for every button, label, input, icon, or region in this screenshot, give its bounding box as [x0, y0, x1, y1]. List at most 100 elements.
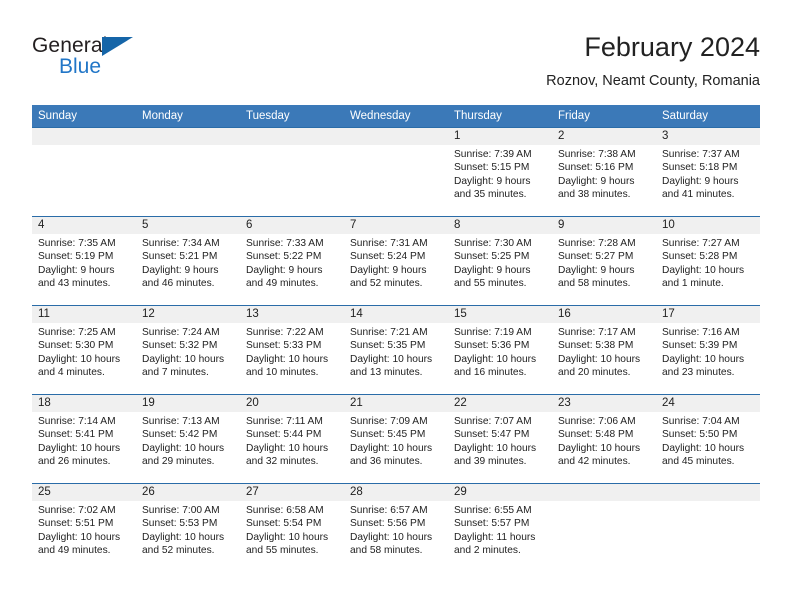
sunset-text: Sunset: 5:38 PM [558, 340, 634, 352]
daylight-text-line1: Daylight: 9 hours [662, 175, 739, 187]
sunset-text: Sunset: 5:45 PM [350, 429, 426, 441]
daylight-text-line2: and 39 minutes. [454, 456, 527, 468]
calendar-day-cell[interactable]: 26 Sunrise: 7:00 AM Sunset: 5:53 PM Dayligh… [136, 483, 240, 572]
day-details: Sunrise: 7:28 AM Sunset: 5:27 PM Daylight:… [552, 234, 656, 291]
day-number: 13 [240, 306, 344, 323]
daylight-text-line1: Daylight: 10 hours [350, 531, 433, 543]
sunset-text: Sunset: 5:36 PM [454, 340, 530, 352]
sunrise-text: Sunrise: 7:02 AM [38, 505, 116, 516]
calendar-day-cell[interactable]: 12 Sunrise: 7:24 AM Sunset: 5:32 PM Dayligh… [136, 305, 240, 395]
general-blue-logo[interactable]: General Blue [32, 30, 252, 92]
calendar-day-cell[interactable]: 28 Sunrise: 6:57 AM Sunset: 5:56 PM Dayligh… [344, 483, 448, 572]
sunrise-text: Sunrise: 7:16 AM [662, 327, 740, 338]
daylight-text-line1: Daylight: 10 hours [454, 442, 537, 454]
sunset-text: Sunset: 5:44 PM [246, 429, 322, 441]
sunset-text: Sunset: 5:42 PM [142, 429, 218, 441]
calendar-day-cell[interactable]: 4 Sunrise: 7:35 AM Sunset: 5:19 PM Daylight… [32, 216, 136, 306]
calendar-day-cell[interactable]: 3 Sunrise: 7:37 AM Sunset: 5:18 PM Daylight… [656, 127, 760, 217]
calendar-day-cell[interactable]: 14 Sunrise: 7:21 AM Sunset: 5:35 PM Dayligh… [344, 305, 448, 395]
calendar-day-cell[interactable]: 6 Sunrise: 7:33 AM Sunset: 5:22 PM Daylight… [240, 216, 344, 306]
sunrise-text: Sunrise: 7:04 AM [662, 416, 740, 427]
calendar-week-row: 4 Sunrise: 7:35 AM Sunset: 5:19 PM Daylight… [32, 216, 760, 306]
daylight-text-line1: Daylight: 9 hours [558, 264, 635, 276]
daylight-text-line1: Daylight: 10 hours [558, 353, 641, 365]
calendar-day-cell[interactable]: 29 Sunrise: 6:55 AM Sunset: 5:57 PM Dayligh… [448, 483, 552, 572]
calendar-day-cell[interactable]: 11 Sunrise: 7:25 AM Sunset: 5:30 PM Dayligh… [32, 305, 136, 395]
daylight-text-line2: and 55 minutes. [246, 545, 319, 557]
day-details: Sunrise: 7:33 AM Sunset: 5:22 PM Daylight:… [240, 234, 344, 291]
calendar-day-cell[interactable]: 18 Sunrise: 7:14 AM Sunset: 5:41 PM Dayligh… [32, 394, 136, 484]
sunset-text: Sunset: 5:30 PM [38, 340, 114, 352]
calendar-day-cell[interactable]: 23 Sunrise: 7:06 AM Sunset: 5:48 PM Dayligh… [552, 394, 656, 484]
day-number: 4 [32, 217, 136, 234]
day-number: 22 [448, 395, 552, 412]
sunrise-text: Sunrise: 7:30 AM [454, 238, 532, 249]
sunrise-text: Sunrise: 7:09 AM [350, 416, 428, 427]
daylight-text-line1: Daylight: 10 hours [454, 353, 537, 365]
daylight-text-line2: and 46 minutes. [142, 278, 215, 290]
daylight-text-line2: and 20 minutes. [558, 367, 631, 379]
weekday-header-tuesday: Tuesday [240, 105, 344, 128]
calendar-day-cell[interactable]: 9 Sunrise: 7:28 AM Sunset: 5:27 PM Daylight… [552, 216, 656, 306]
page-title: February 2024 [584, 32, 760, 62]
daylight-text-line2: and 7 minutes. [142, 367, 209, 379]
sunrise-text: Sunrise: 7:19 AM [454, 327, 532, 338]
sunrise-text: Sunrise: 6:55 AM [454, 505, 532, 516]
day-number: 15 [448, 306, 552, 323]
sunset-text: Sunset: 5:48 PM [558, 429, 634, 441]
calendar-day-cell[interactable]: 20 Sunrise: 7:11 AM Sunset: 5:44 PM Dayligh… [240, 394, 344, 484]
sunrise-text: Sunrise: 7:27 AM [662, 238, 740, 249]
title-block: February 2024 Roznov, Neamt County, Roma… [546, 30, 760, 92]
calendar-day-cell[interactable]: 17 Sunrise: 7:16 AM Sunset: 5:39 PM Dayligh… [656, 305, 760, 395]
calendar-day-cell-empty [552, 483, 656, 572]
daylight-text-line2: and 16 minutes. [454, 367, 527, 379]
day-number: 11 [32, 306, 136, 323]
calendar-day-cell[interactable]: 1 Sunrise: 7:39 AM Sunset: 5:15 PM Daylight… [448, 127, 552, 217]
page-subtitle: Roznov, Neamt County, Romania [546, 73, 760, 89]
day-number: 9 [552, 217, 656, 234]
calendar-day-cell[interactable]: 22 Sunrise: 7:07 AM Sunset: 5:47 PM Dayligh… [448, 394, 552, 484]
day-number: 7 [344, 217, 448, 234]
sunset-text: Sunset: 5:15 PM [454, 162, 530, 174]
day-number: 3 [656, 128, 760, 145]
day-number: 19 [136, 395, 240, 412]
calendar-day-cell[interactable]: 27 Sunrise: 6:58 AM Sunset: 5:54 PM Dayligh… [240, 483, 344, 572]
calendar-page: General Blue February 2024 Roznov, Neamt… [0, 0, 792, 612]
calendar-day-cell[interactable]: 13 Sunrise: 7:22 AM Sunset: 5:33 PM Dayligh… [240, 305, 344, 395]
calendar-day-cell[interactable]: 24 Sunrise: 7:04 AM Sunset: 5:50 PM Dayligh… [656, 394, 760, 484]
day-number: 16 [552, 306, 656, 323]
calendar-day-cell[interactable]: 25 Sunrise: 7:02 AM Sunset: 5:51 PM Dayligh… [32, 483, 136, 572]
day-number [32, 128, 136, 145]
sunrise-text: Sunrise: 7:11 AM [246, 416, 323, 427]
sunrise-text: Sunrise: 7:14 AM [38, 416, 116, 427]
day-number: 25 [32, 484, 136, 501]
day-details: Sunrise: 7:25 AM Sunset: 5:30 PM Daylight:… [32, 323, 136, 380]
day-number [656, 484, 760, 501]
calendar-day-cell[interactable]: 16 Sunrise: 7:17 AM Sunset: 5:38 PM Dayligh… [552, 305, 656, 395]
calendar-day-cell[interactable]: 10 Sunrise: 7:27 AM Sunset: 5:28 PM Dayligh… [656, 216, 760, 306]
daylight-text-line1: Daylight: 10 hours [350, 442, 433, 454]
sunset-text: Sunset: 5:41 PM [38, 429, 114, 441]
day-details: Sunrise: 7:39 AM Sunset: 5:15 PM Daylight:… [448, 145, 552, 202]
day-details: Sunrise: 7:35 AM Sunset: 5:19 PM Daylight:… [32, 234, 136, 291]
daylight-text-line1: Daylight: 11 hours [454, 531, 536, 543]
day-details: Sunrise: 7:30 AM Sunset: 5:25 PM Daylight:… [448, 234, 552, 291]
calendar-day-cell[interactable]: 19 Sunrise: 7:13 AM Sunset: 5:42 PM Dayligh… [136, 394, 240, 484]
calendar-day-cell[interactable]: 15 Sunrise: 7:19 AM Sunset: 5:36 PM Dayligh… [448, 305, 552, 395]
daylight-text-line1: Daylight: 10 hours [246, 353, 329, 365]
calendar-day-cell[interactable]: 8 Sunrise: 7:30 AM Sunset: 5:25 PM Daylight… [448, 216, 552, 306]
daylight-text-line1: Daylight: 9 hours [454, 264, 531, 276]
daylight-text-line1: Daylight: 10 hours [38, 442, 121, 454]
calendar-day-cell[interactable]: 21 Sunrise: 7:09 AM Sunset: 5:45 PM Dayligh… [344, 394, 448, 484]
sunset-text: Sunset: 5:27 PM [558, 251, 634, 263]
day-number: 26 [136, 484, 240, 501]
day-details: Sunrise: 6:55 AM Sunset: 5:57 PM Daylight:… [448, 501, 552, 558]
calendar-day-cell[interactable]: 2 Sunrise: 7:38 AM Sunset: 5:16 PM Daylight… [552, 127, 656, 217]
calendar-day-cell[interactable]: 5 Sunrise: 7:34 AM Sunset: 5:21 PM Daylight… [136, 216, 240, 306]
calendar-day-cell[interactable]: 7 Sunrise: 7:31 AM Sunset: 5:24 PM Daylight… [344, 216, 448, 306]
day-details: Sunrise: 7:07 AM Sunset: 5:47 PM Daylight:… [448, 412, 552, 469]
sunset-text: Sunset: 5:53 PM [142, 518, 218, 530]
sunset-text: Sunset: 5:54 PM [246, 518, 322, 530]
sunrise-text: Sunrise: 7:38 AM [558, 149, 636, 160]
daylight-text-line2: and 45 minutes. [662, 456, 735, 468]
